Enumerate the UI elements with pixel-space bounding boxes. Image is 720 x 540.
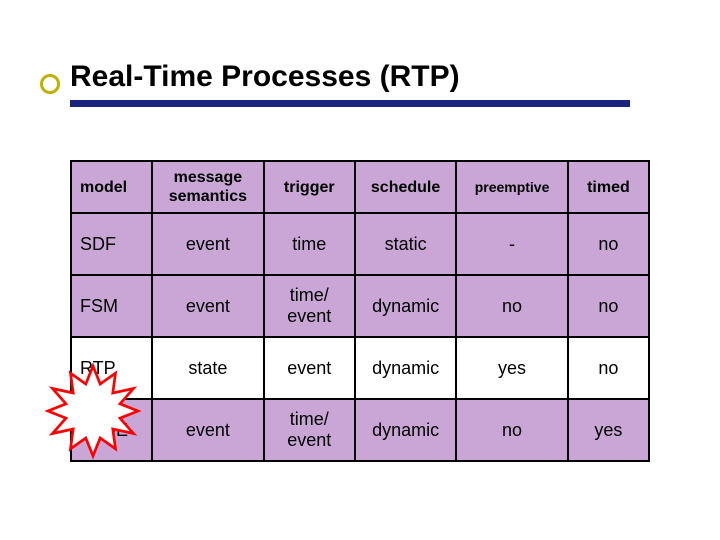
title-bullet-icon	[40, 74, 60, 94]
header-trigger: trigger	[264, 161, 355, 213]
header-preemptive: preemptive	[456, 161, 568, 213]
cell-model: RTP	[71, 337, 152, 399]
header-timed: timed	[568, 161, 649, 213]
cell-preemptive: no	[456, 275, 568, 337]
table-row: SDF event time static - no	[71, 213, 649, 275]
cell-trigger: time/ event	[264, 399, 355, 461]
cell-model: FSM	[71, 275, 152, 337]
cell-msg: event	[152, 275, 264, 337]
cell-trigger: time	[264, 213, 355, 275]
cell-preemptive: no	[456, 399, 568, 461]
table-header-row: model message semantics trigger schedule…	[71, 161, 649, 213]
cell-timed: yes	[568, 399, 649, 461]
cell-model: TSDE	[71, 399, 152, 461]
cell-trigger: time/ event	[264, 275, 355, 337]
cell-timed: no	[568, 275, 649, 337]
cell-timed: no	[568, 213, 649, 275]
table-row: TSDE event time/ event dynamic no yes	[71, 399, 649, 461]
cell-schedule: dynamic	[355, 337, 456, 399]
cell-msg: state	[152, 337, 264, 399]
header-model: model	[71, 161, 152, 213]
table-row-highlight: RTP state event dynamic yes no	[71, 337, 649, 399]
cell-schedule: dynamic	[355, 275, 456, 337]
cell-model: SDF	[71, 213, 152, 275]
table-row: FSM event time/ event dynamic no no	[71, 275, 649, 337]
cell-preemptive: yes	[456, 337, 568, 399]
header-schedule: schedule	[355, 161, 456, 213]
cell-schedule: static	[355, 213, 456, 275]
cell-trigger: event	[264, 337, 355, 399]
title-underline	[70, 100, 630, 107]
cell-preemptive: -	[456, 213, 568, 275]
slide-title-block: Real-Time Processes (RTP)	[60, 60, 660, 107]
cell-timed: no	[568, 337, 649, 399]
cell-msg: event	[152, 399, 264, 461]
slide-title: Real-Time Processes (RTP)	[70, 60, 660, 94]
cell-schedule: dynamic	[355, 399, 456, 461]
header-message-semantics: message semantics	[152, 161, 264, 213]
comparison-table: model message semantics trigger schedule…	[70, 160, 650, 462]
cell-msg: event	[152, 213, 264, 275]
